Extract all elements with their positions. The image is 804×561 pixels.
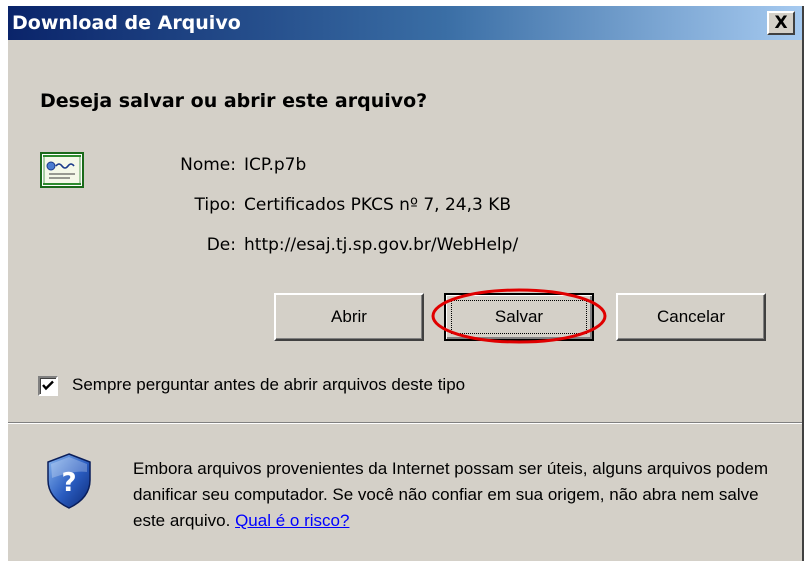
svg-text:?: ? xyxy=(61,468,76,498)
file-type-value: Certificados PKCS nº 7, 24,3 KB xyxy=(244,195,512,215)
open-button-label: Abrir xyxy=(331,307,367,326)
save-button[interactable]: Salvar xyxy=(444,293,594,341)
file-source-value: http://esaj.tj.sp.gov.br/WebHelp/ xyxy=(244,235,519,255)
close-icon: X xyxy=(774,12,788,33)
shield-question-icon: ? xyxy=(44,452,94,510)
always-ask-checkbox[interactable] xyxy=(38,376,58,396)
window-title: Download de Arquivo xyxy=(12,12,241,34)
download-dialog: Download de Arquivo X Deseja salvar ou a… xyxy=(8,6,804,561)
checkmark-icon xyxy=(42,380,54,391)
always-ask-label[interactable]: Sempre perguntar antes de abrir arquivos… xyxy=(72,375,465,395)
file-source-label: De: xyxy=(206,235,236,255)
save-button-label: Salvar xyxy=(494,307,544,326)
separator xyxy=(8,422,802,424)
file-name-label: Nome: xyxy=(180,155,236,175)
risk-link[interactable]: Qual é o risco? xyxy=(235,511,349,530)
title-bar[interactable]: Download de Arquivo X xyxy=(8,6,802,40)
cancel-button[interactable]: Cancelar xyxy=(616,293,766,341)
certificate-icon xyxy=(40,152,84,188)
file-name-value: ICP.p7b xyxy=(244,155,307,175)
security-warning: Embora arquivos provenientes da Internet… xyxy=(133,456,773,534)
dialog-question: Deseja salvar ou abrir este arquivo? xyxy=(40,90,428,112)
cancel-button-label: Cancelar xyxy=(656,307,726,326)
file-type-label: Tipo: xyxy=(194,195,236,215)
close-button[interactable]: X xyxy=(767,11,795,35)
warning-text: Embora arquivos provenientes da Internet… xyxy=(133,459,769,530)
open-button[interactable]: Abrir xyxy=(274,293,424,341)
